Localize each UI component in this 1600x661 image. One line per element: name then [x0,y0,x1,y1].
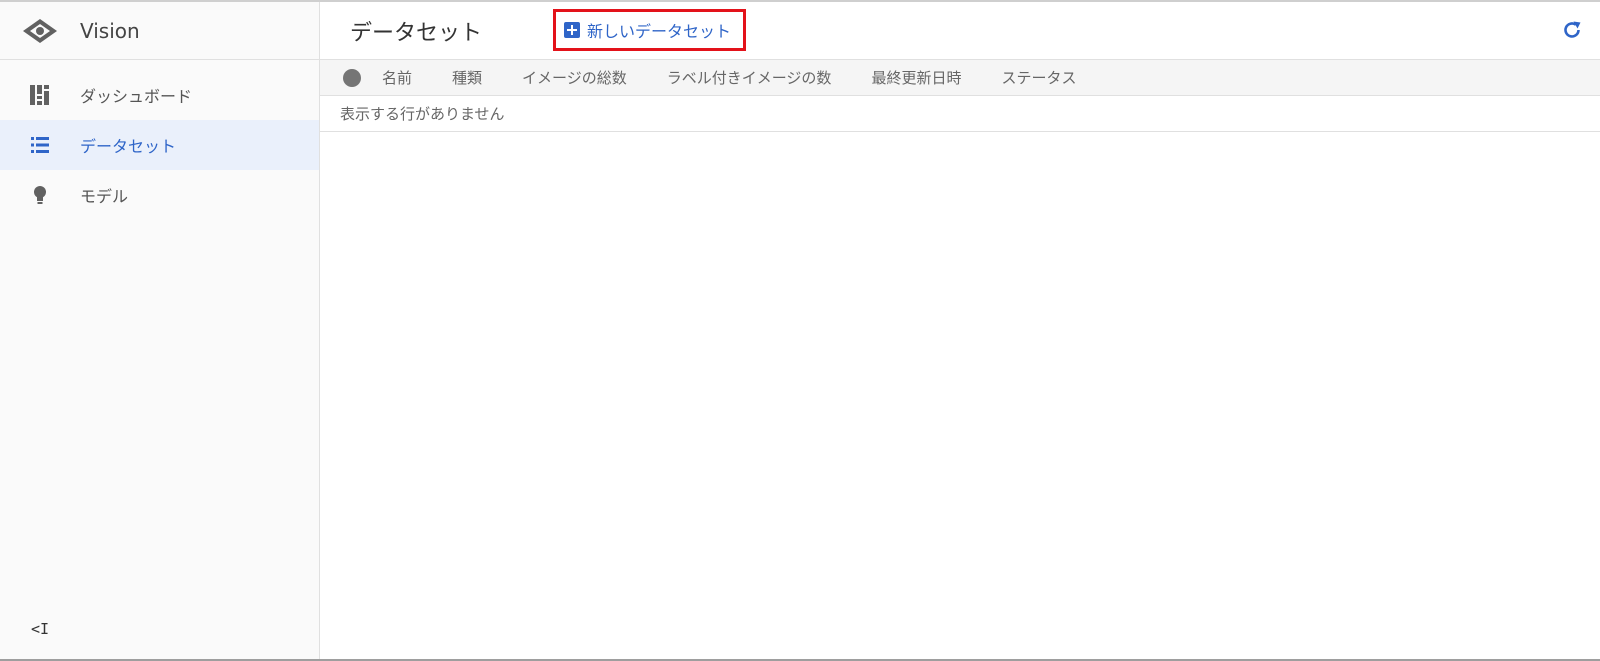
sidebar-item-dashboard[interactable]: ダッシュボード [0,70,319,120]
main-content: データセット 新しいデータセット 名前 種類 イメージの総数 ラベル付きイメージ… [320,2,1600,661]
sidebar-item-label: ダッシュボード [80,87,193,106]
column-header-labeled-images[interactable]: ラベル付きイメージの数 [667,67,832,88]
new-dataset-button[interactable]: 新しいデータセット [553,9,746,51]
sidebar-item-label: データセット [80,137,177,156]
sidebar-nav: ダッシュボード データセット モデル [0,70,319,220]
dashboard-icon [20,85,60,105]
empty-table-message: 表示する行がありません [320,96,1600,132]
refresh-icon[interactable] [1560,18,1584,42]
table-header: 名前 種類 イメージの総数 ラベル付きイメージの数 最終更新日時 ステータス [320,60,1600,96]
sidebar-header: Vision [0,2,319,60]
sidebar-item-datasets[interactable]: データセット [0,120,319,170]
sidebar-item-models[interactable]: モデル [0,170,319,220]
page-header: データセット 新しいデータセット [320,2,1600,60]
column-header-type[interactable]: 種類 [452,67,482,88]
app-name: Vision [80,18,140,43]
app-window: Vision ダッシュボード データセット モデル <I データセット 新しいデ… [0,2,1600,661]
column-header-last-updated[interactable]: 最終更新日時 [871,67,961,88]
column-header-total-images[interactable]: イメージの総数 [522,67,627,88]
select-all-toggle[interactable] [343,68,361,87]
list-icon [20,136,60,154]
vision-logo-icon [20,11,60,51]
sidebar: Vision ダッシュボード データセット モデル <I [0,2,320,661]
column-header-status[interactable]: ステータス [1001,67,1076,88]
page-title: データセット [350,20,483,46]
new-dataset-label: 新しいデータセット [587,22,732,41]
collapse-sidebar-button[interactable]: <I [28,619,52,639]
sidebar-item-label: モデル [80,187,129,206]
lightbulb-icon [20,185,60,205]
add-icon [564,22,580,38]
column-header-name[interactable]: 名前 [382,67,412,88]
